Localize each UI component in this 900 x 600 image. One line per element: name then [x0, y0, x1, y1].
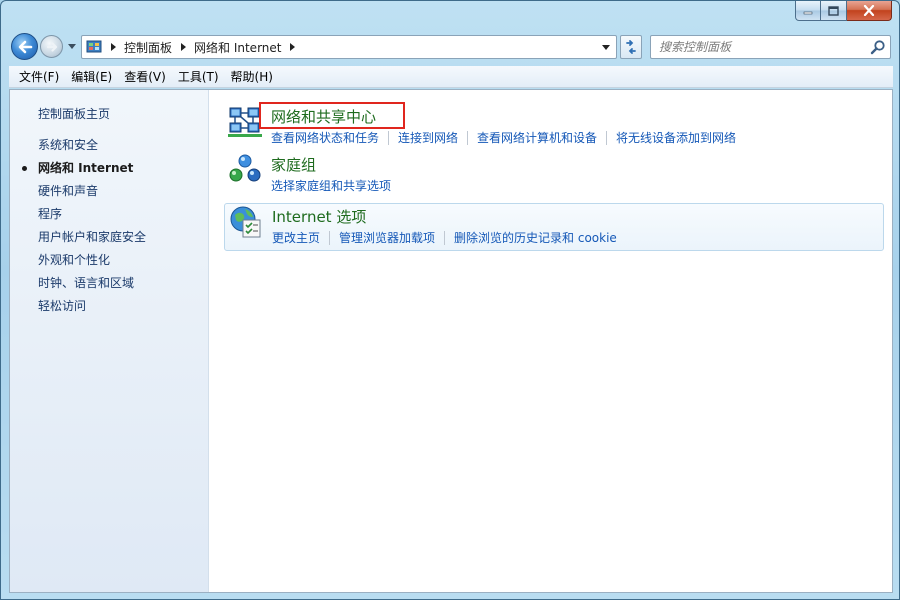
- category-links: 查看网络状态和任务 连接到网络 查看网络计算机和设备 将无线设备添加到网络: [271, 131, 754, 145]
- task-link[interactable]: 连接到网络: [398, 131, 469, 145]
- back-arrow-icon: [18, 40, 32, 53]
- breadcrumb-separator[interactable]: [285, 36, 299, 58]
- menu-tools[interactable]: 工具(T): [172, 67, 225, 87]
- breadcrumb-network-internet[interactable]: 网络和 Internet: [190, 36, 285, 58]
- category-homegroup: 家庭组 选择家庭组和共享选项: [224, 152, 884, 200]
- category-network-sharing: 网络和共享中心 查看网络状态和任务 连接到网络 查看网络计算机和设备 将无线设备…: [224, 104, 884, 152]
- sidebar-item-appearance[interactable]: 外观和个性化: [38, 252, 146, 275]
- forward-arrow-icon: [46, 41, 57, 52]
- maximize-icon: [828, 5, 839, 16]
- chevron-right-icon: [110, 43, 116, 51]
- sidebar-category-list: 系统和安全 网络和 Internet 硬件和声音 程序 用户帐户和家庭安全 外观…: [21, 137, 146, 321]
- category-links: 选择家庭组和共享选项: [271, 179, 409, 193]
- sidebar-item-network-internet[interactable]: 网络和 Internet: [21, 160, 146, 183]
- forward-button[interactable]: [40, 35, 63, 58]
- close-icon: [863, 5, 875, 16]
- category-title[interactable]: 家庭组: [271, 154, 316, 175]
- sidebar-home-link[interactable]: 控制面板主页: [38, 105, 110, 122]
- chevron-down-icon: [68, 44, 76, 49]
- window-frame: 控制面板 网络和 Internet 搜索控制面板 文件(F) 编辑(E) 查看(…: [0, 0, 900, 600]
- maximize-button[interactable]: [821, 1, 847, 21]
- search-box[interactable]: [650, 35, 891, 59]
- minimize-icon: [803, 11, 813, 14]
- search-input[interactable]: [651, 36, 865, 58]
- category-title[interactable]: Internet 选项: [272, 206, 366, 227]
- caption-buttons: [795, 1, 892, 21]
- recent-pages-button[interactable]: [66, 41, 78, 53]
- chevron-right-icon: [180, 43, 186, 51]
- homegroup-icon[interactable]: [228, 152, 262, 186]
- main-panel: 网络和共享中心 查看网络状态和任务 连接到网络 查看网络计算机和设备 将无线设备…: [210, 90, 892, 592]
- breadcrumb-separator[interactable]: [176, 36, 190, 58]
- task-link[interactable]: 删除浏览的历史记录和 cookie: [454, 231, 626, 245]
- close-button[interactable]: [847, 1, 892, 21]
- sidebar: 控制面板主页 系统和安全 网络和 Internet 硬件和声音 程序 用户帐户和…: [10, 90, 209, 592]
- task-link[interactable]: 查看网络状态和任务: [271, 131, 390, 145]
- sidebar-item-user-accounts[interactable]: 用户帐户和家庭安全: [38, 229, 146, 252]
- category-links: 更改主页 管理浏览器加载项 删除浏览的历史记录和 cookie: [272, 231, 635, 245]
- refresh-icon: [626, 40, 636, 54]
- menu-file[interactable]: 文件(F): [13, 67, 65, 87]
- sidebar-item-programs[interactable]: 程序: [38, 206, 146, 229]
- task-link[interactable]: 查看网络计算机和设备: [477, 131, 608, 145]
- sidebar-item-clock-language[interactable]: 时钟、语言和区域: [38, 275, 146, 298]
- internet-options-icon[interactable]: [229, 205, 263, 239]
- back-button[interactable]: [11, 33, 38, 60]
- control-panel-icon: [86, 40, 102, 53]
- breadcrumb-control-panel[interactable]: 控制面板: [120, 36, 176, 58]
- address-bar[interactable]: 控制面板 网络和 Internet: [81, 35, 617, 59]
- menu-edit[interactable]: 编辑(E): [65, 67, 118, 87]
- search-icon[interactable]: [870, 39, 886, 55]
- chevron-right-icon: [289, 43, 295, 51]
- sidebar-item-system-security[interactable]: 系统和安全: [38, 137, 146, 160]
- task-link[interactable]: 管理浏览器加载项: [339, 231, 446, 245]
- breadcrumb-separator[interactable]: [106, 36, 120, 58]
- task-link[interactable]: 将无线设备添加到网络: [616, 131, 745, 145]
- menu-view[interactable]: 查看(V): [118, 67, 172, 87]
- category-title[interactable]: 网络和共享中心: [271, 106, 376, 127]
- category-internet-options: Internet 选项 更改主页 管理浏览器加载项 删除浏览的历史记录和 coo…: [224, 203, 884, 251]
- refresh-button[interactable]: [620, 35, 642, 59]
- sidebar-item-hardware-sound[interactable]: 硬件和声音: [38, 183, 146, 206]
- task-link[interactable]: 更改主页: [272, 231, 331, 245]
- navigation-bar: 控制面板 网络和 Internet: [9, 32, 891, 61]
- minimize-button[interactable]: [795, 1, 821, 21]
- task-link[interactable]: 选择家庭组和共享选项: [271, 179, 400, 193]
- address-dropdown-button[interactable]: [598, 36, 614, 58]
- sidebar-item-ease-of-access[interactable]: 轻松访问: [38, 298, 146, 321]
- chevron-down-icon: [602, 44, 610, 50]
- menu-help[interactable]: 帮助(H): [225, 67, 279, 87]
- content-area: 控制面板主页 系统和安全 网络和 Internet 硬件和声音 程序 用户帐户和…: [9, 89, 893, 593]
- network-sharing-icon[interactable]: [228, 104, 262, 138]
- menu-bar: 文件(F) 编辑(E) 查看(V) 工具(T) 帮助(H): [9, 66, 893, 88]
